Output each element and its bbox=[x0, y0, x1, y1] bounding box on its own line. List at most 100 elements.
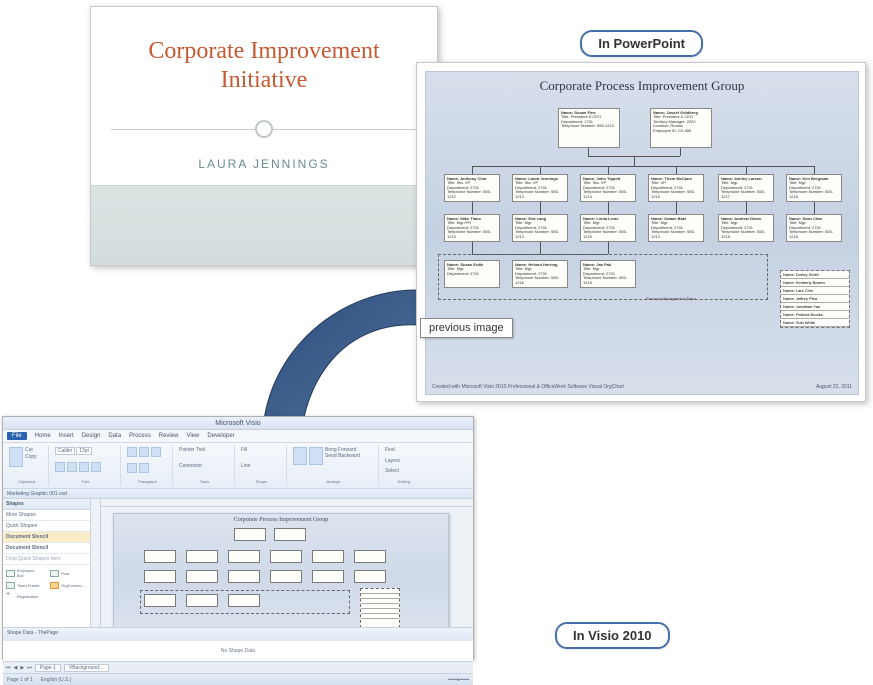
align-left-icon[interactable] bbox=[127, 447, 137, 457]
align-center-icon[interactable] bbox=[139, 447, 149, 457]
pointer-tool-button[interactable]: Pointer Tool bbox=[179, 447, 205, 453]
connector-tool-button[interactable]: Connector bbox=[179, 463, 202, 469]
org-field: Telephone Number: 555-1212 bbox=[561, 124, 617, 128]
quick-shapes-link[interactable]: Quick Shapes bbox=[3, 521, 90, 532]
ribbon: Cut Copy Clipboard Calibri 12pt Font Par… bbox=[3, 443, 473, 489]
send-backward-button[interactable]: Send Backward bbox=[325, 453, 360, 459]
page-nav-prev[interactable]: ◀ bbox=[14, 665, 18, 671]
ribbon-tab-file[interactable]: File bbox=[7, 432, 27, 440]
mini-org-box[interactable] bbox=[312, 550, 344, 563]
mini-org-box[interactable] bbox=[274, 528, 306, 541]
line-button[interactable]: Line bbox=[241, 463, 250, 469]
position-icon[interactable] bbox=[309, 447, 323, 465]
mini-org-box[interactable] bbox=[186, 594, 218, 607]
mini-org-box[interactable] bbox=[354, 570, 386, 583]
mini-org-box[interactable] bbox=[228, 594, 260, 607]
powerpoint-title-slide: Corporate Improvement Initiative LAURA J… bbox=[90, 6, 438, 266]
paste-icon[interactable] bbox=[9, 447, 23, 467]
stencil-items: Employee Box Flow Team Frame OrgConnec… … bbox=[3, 565, 90, 603]
mini-org-box[interactable] bbox=[228, 550, 260, 563]
mini-org-box[interactable] bbox=[186, 550, 218, 563]
bullets-icon[interactable] bbox=[127, 463, 137, 473]
stencil-item-label: Team Frame bbox=[17, 583, 39, 588]
shapes-pane-header: Shapes bbox=[3, 499, 90, 510]
page-nav-next[interactable]: ▶ bbox=[20, 665, 24, 671]
mini-team-list[interactable] bbox=[360, 588, 400, 627]
shape-data-header[interactable]: Shape Data - ThePage bbox=[3, 627, 473, 641]
mini-org-box[interactable] bbox=[354, 550, 386, 563]
org-field: Telephone Number: 555-1218 bbox=[789, 230, 839, 239]
ribbon-tab-process[interactable]: Process bbox=[129, 433, 151, 439]
team-frame-icon bbox=[6, 582, 15, 589]
ribbon-tab-data[interactable]: Data bbox=[108, 433, 121, 439]
mini-org-box[interactable] bbox=[270, 570, 302, 583]
indent-icon[interactable] bbox=[139, 463, 149, 473]
ribbon-group-label: Shape bbox=[241, 479, 282, 484]
page-nav-first[interactable]: ⏮ bbox=[6, 665, 11, 671]
font-color-icon[interactable] bbox=[91, 462, 101, 472]
fill-button[interactable]: Fill bbox=[241, 447, 247, 453]
orgchart-title: Corporate Process Improvement Group bbox=[426, 72, 858, 96]
slide-bottom-bar bbox=[91, 185, 437, 265]
org-box: Name: Mike Tiano Title: Mgr./PR Departme… bbox=[444, 214, 500, 242]
more-shapes-link[interactable]: More Shapes bbox=[3, 510, 90, 521]
mini-org-box[interactable] bbox=[312, 570, 344, 583]
org-field: Telephone Number: 555-1213 bbox=[515, 190, 565, 199]
ribbon-tab-home[interactable]: Home bbox=[35, 433, 51, 439]
mini-org-box[interactable] bbox=[186, 570, 218, 583]
align-right-icon[interactable] bbox=[151, 447, 161, 457]
ribbon-tab-insert[interactable]: Insert bbox=[59, 433, 74, 439]
font-size-select[interactable]: 12pt bbox=[76, 447, 92, 455]
mini-org-box[interactable] bbox=[144, 594, 176, 607]
label-in-visio: In Visio 2010 bbox=[555, 622, 670, 649]
layers-button[interactable]: Layers bbox=[385, 458, 400, 464]
stencil-item-team-frame[interactable]: Team Frame bbox=[6, 582, 42, 589]
connector bbox=[680, 148, 681, 156]
bold-icon[interactable] bbox=[55, 462, 65, 472]
org-box: Name: Linda Leste Title: Mgr. Department… bbox=[580, 214, 636, 242]
visio-titlebar: Microsoft Visio bbox=[3, 417, 473, 430]
auto-align-icon[interactable] bbox=[293, 447, 307, 465]
copy-button[interactable]: Copy bbox=[25, 454, 37, 460]
ribbon-tab-view[interactable]: View bbox=[186, 433, 199, 439]
org-field: Telephone Number: 555-1213 bbox=[651, 230, 701, 239]
mini-org-box[interactable] bbox=[144, 550, 176, 563]
slide-title: Corporate Improvement Initiative bbox=[91, 7, 437, 95]
stencil-item-label: Registration bbox=[17, 594, 38, 599]
mini-org-box[interactable] bbox=[228, 570, 260, 583]
mini-org-box[interactable] bbox=[270, 550, 302, 563]
select-button[interactable]: Select bbox=[385, 468, 399, 474]
statusbar: Page 1 of 1 English (U.S.) ━━━●━━━ bbox=[3, 673, 473, 685]
connector bbox=[608, 242, 609, 254]
document-titlebar: Marketing Graphic 001.vsd bbox=[3, 489, 473, 499]
stencil-item-label: Flow bbox=[61, 571, 69, 576]
cut-button[interactable]: Cut bbox=[25, 447, 37, 453]
mini-org-box[interactable] bbox=[234, 528, 266, 541]
font-select[interactable]: Calibri bbox=[55, 447, 75, 455]
status-page-count: Page 1 of 1 bbox=[7, 677, 33, 683]
italic-icon[interactable] bbox=[67, 462, 77, 472]
mini-org-box[interactable] bbox=[144, 570, 176, 583]
drawing-page[interactable]: Corporate Process Improvement Group bbox=[113, 513, 449, 627]
ribbon-group-clipboard: Cut Copy Clipboard bbox=[5, 445, 49, 486]
connector bbox=[472, 166, 473, 174]
orgchart-footer: Created with Microsoft Visio 2010 Profes… bbox=[432, 384, 852, 390]
org-box: Name: Anthony Chor Title: Sta. VP Depart… bbox=[444, 174, 500, 202]
ribbon-tab-review[interactable]: Review bbox=[159, 433, 179, 439]
stencil-item-employee-box[interactable]: Employee Box bbox=[6, 568, 42, 578]
document-stencil-link[interactable]: Document Stencil bbox=[3, 532, 90, 543]
ribbon-group-label: Clipboard bbox=[9, 479, 44, 484]
stencil-item-registration[interactable]: +Registration bbox=[6, 593, 42, 600]
canvas-area[interactable]: Corporate Process Improvement Group bbox=[91, 499, 473, 627]
find-button[interactable]: Find bbox=[385, 447, 395, 453]
orgchart-canvas: Corporate Process Improvement Group bbox=[425, 71, 859, 395]
underline-icon[interactable] bbox=[79, 462, 89, 472]
zoom-slider[interactable]: ━━━●━━━ bbox=[448, 677, 469, 683]
stencil-item-flow[interactable]: Flow bbox=[50, 568, 86, 578]
ribbon-tab-developer[interactable]: Developer bbox=[207, 433, 234, 439]
page-nav-last[interactable]: ⏭ bbox=[27, 665, 32, 671]
ribbon-tab-design[interactable]: Design bbox=[82, 433, 101, 439]
stencil-item-orgconnect[interactable]: OrgConnec… bbox=[50, 582, 86, 589]
connector bbox=[540, 166, 541, 174]
org-box: Name: Katam Bakl Title: Mgr. Department:… bbox=[648, 214, 704, 242]
